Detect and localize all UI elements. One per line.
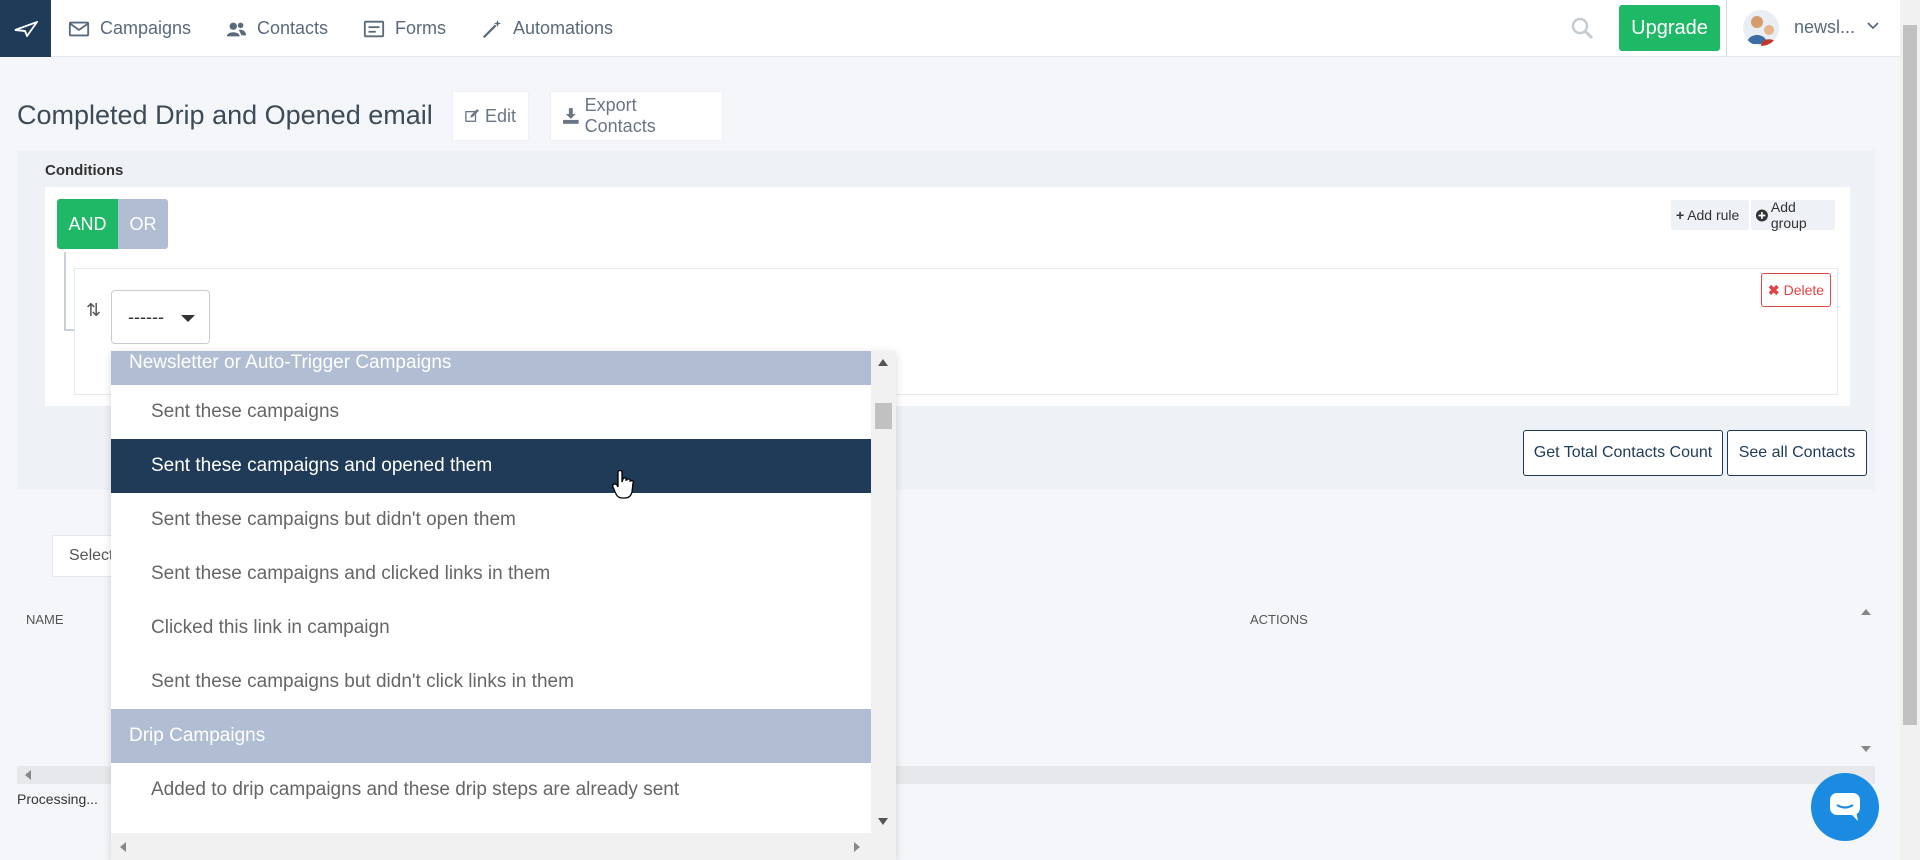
add-rule-button[interactable]: + Add rule bbox=[1671, 200, 1749, 230]
nav-automations[interactable]: Automations bbox=[481, 0, 613, 57]
paper-plane-icon bbox=[14, 20, 38, 37]
form-icon bbox=[363, 20, 385, 37]
nav-contacts-label: Contacts bbox=[257, 18, 329, 38]
plus-circle-icon bbox=[1756, 209, 1768, 221]
dropdown-list: Newsletter or Auto-Trigger Campaigns Sen… bbox=[111, 351, 871, 833]
page-scrollbar-thumb[interactable] bbox=[1903, 25, 1917, 725]
field-dropdown: Newsletter or Auto-Trigger Campaigns Sen… bbox=[111, 351, 896, 860]
edit-button[interactable]: Edit bbox=[452, 91, 529, 141]
rule-field-value: ------ bbox=[128, 306, 164, 327]
chat-widget-button[interactable] bbox=[1811, 773, 1879, 841]
dropdown-scrollbar-thumb[interactable] bbox=[875, 403, 892, 429]
nav-campaigns-label: Campaigns bbox=[100, 18, 192, 38]
dropdown-option[interactable]: Clicked this link in campaign bbox=[111, 601, 871, 655]
and-toggle[interactable]: AND bbox=[57, 199, 118, 249]
scroll-up-icon[interactable] bbox=[878, 359, 888, 366]
nav-campaigns[interactable]: Campaigns bbox=[68, 0, 191, 57]
add-group-label: Add group bbox=[1770, 199, 1807, 231]
envelope-icon bbox=[68, 21, 90, 36]
top-nav: Campaigns Contacts Forms Automations Upg… bbox=[0, 0, 1900, 57]
column-header-actions: ACTIONS bbox=[1250, 612, 1308, 627]
app-logo[interactable] bbox=[0, 0, 51, 57]
scroll-down-icon[interactable] bbox=[1861, 746, 1871, 752]
scroll-right-icon[interactable] bbox=[854, 842, 860, 852]
dropdown-option[interactable]: Sent these campaigns bbox=[111, 385, 871, 439]
edit-label: Edit bbox=[484, 105, 516, 126]
delete-label: Delete bbox=[1783, 282, 1825, 298]
dropdown-option[interactable]: Added to drip campaigns and these drip s… bbox=[111, 763, 871, 817]
rule-field-select[interactable]: ------ bbox=[111, 290, 210, 344]
scroll-down-icon[interactable] bbox=[878, 818, 888, 825]
magic-wand-icon bbox=[482, 19, 502, 38]
delete-rule-button[interactable]: ✖ Delete bbox=[1761, 273, 1831, 307]
processing-indicator: Processing... bbox=[17, 791, 98, 807]
scroll-left-icon[interactable] bbox=[25, 770, 31, 780]
scroll-left-icon[interactable] bbox=[120, 842, 126, 852]
dropdown-option[interactable]: Sent these campaigns but didn't click li… bbox=[111, 655, 871, 709]
dropdown-option[interactable]: Sent these campaigns but didn't open the… bbox=[111, 493, 871, 547]
dropdown-group-header: Newsletter or Auto-Trigger Campaigns bbox=[111, 351, 871, 385]
search-icon[interactable] bbox=[1570, 16, 1594, 40]
close-icon: ✖ bbox=[1767, 281, 1780, 298]
chat-icon bbox=[1830, 793, 1860, 821]
add-group-button[interactable]: Add group bbox=[1751, 199, 1835, 231]
download-icon bbox=[563, 108, 579, 124]
get-total-count-button[interactable]: Get Total Contacts Count bbox=[1523, 430, 1723, 476]
hand-cursor-icon bbox=[612, 470, 634, 499]
dropdown-group-header: Drip Campaigns bbox=[111, 709, 871, 763]
user-name[interactable]: newsl... bbox=[1794, 17, 1855, 38]
table-vertical-scrollbar[interactable] bbox=[1855, 604, 1875, 756]
edit-icon bbox=[465, 109, 479, 122]
nav-divider bbox=[1726, 0, 1727, 57]
avatar[interactable] bbox=[1743, 10, 1779, 46]
nav-forms[interactable]: Forms bbox=[363, 0, 446, 57]
chevron-down-icon[interactable] bbox=[1866, 19, 1880, 33]
caret-down-icon bbox=[181, 315, 195, 322]
nav-forms-label: Forms bbox=[395, 18, 446, 38]
export-contacts-label: Export Contacts bbox=[584, 95, 656, 136]
see-all-contacts-button[interactable]: See all Contacts bbox=[1727, 430, 1867, 476]
plus-icon: + bbox=[1676, 207, 1685, 223]
dropdown-horizontal-scrollbar[interactable] bbox=[111, 833, 896, 860]
add-rule-label: Add rule bbox=[1687, 207, 1740, 223]
sort-icon[interactable]: ⇅ bbox=[86, 300, 101, 321]
dropdown-option[interactable]: Sent these campaigns and clicked links i… bbox=[111, 547, 871, 601]
dropdown-option-selected[interactable]: Sent these campaigns and opened them bbox=[111, 439, 871, 493]
avatar-icon bbox=[1747, 16, 1777, 46]
or-toggle[interactable]: OR bbox=[118, 199, 168, 249]
users-icon bbox=[226, 22, 247, 36]
conditions-label: Conditions bbox=[45, 162, 124, 179]
scroll-up-icon[interactable] bbox=[1861, 609, 1871, 615]
page-title: Completed Drip and Opened email bbox=[17, 100, 433, 130]
upgrade-button[interactable]: Upgrade bbox=[1619, 5, 1720, 51]
nav-contacts[interactable]: Contacts bbox=[225, 0, 328, 57]
export-contacts-button[interactable]: Export Contacts bbox=[550, 91, 723, 141]
nav-automations-label: Automations bbox=[513, 18, 614, 38]
column-header-name[interactable]: NAME bbox=[26, 612, 64, 627]
